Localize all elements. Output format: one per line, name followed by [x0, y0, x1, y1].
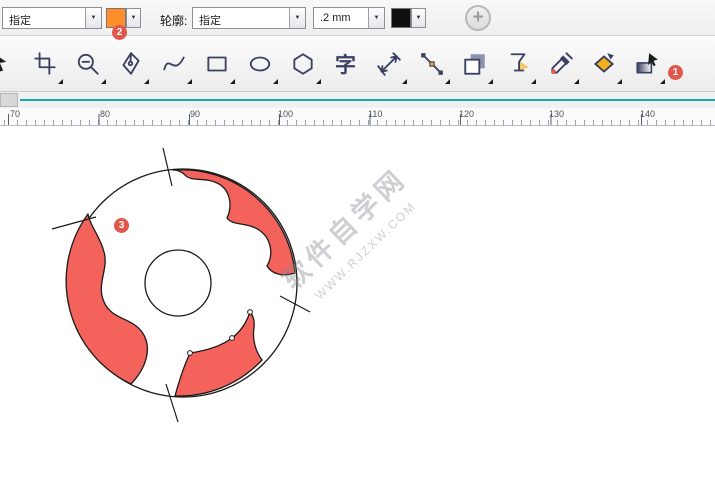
ellipse-icon: [247, 51, 273, 77]
document-strip: [0, 92, 715, 108]
ruler-tick-label: 140: [640, 109, 655, 119]
outline-width-dropdown[interactable]: .2 mm ▼: [313, 7, 385, 29]
zoom-out-icon: [75, 51, 101, 77]
toolbox: 字: [0, 36, 715, 92]
flyout-arrow-icon[interactable]: [660, 79, 665, 84]
eyedropper-icon: [548, 51, 574, 77]
flyout-arrow-icon[interactable]: [58, 79, 63, 84]
pick-icon: [0, 51, 15, 77]
coreldraw-window: 指定 ▼ ▼ 轮廓: 指定 ▼ .2 mm ▼ ▼ +: [0, 0, 715, 487]
pen-tool[interactable]: [109, 41, 152, 87]
transparency-tool[interactable]: [496, 41, 539, 87]
outline-width-value: .2 mm: [314, 8, 368, 28]
flyout-arrow-icon[interactable]: [617, 79, 622, 84]
flyout-arrow-icon[interactable]: [402, 79, 407, 84]
text-tool-icon: 字: [335, 49, 356, 79]
tool-list: 字: [0, 41, 668, 87]
outline-label: 轮廓:: [160, 12, 187, 29]
chevron-down-icon[interactable]: ▼: [289, 8, 305, 28]
flyout-arrow-icon[interactable]: [316, 79, 321, 84]
pen-nib-icon: [118, 51, 144, 77]
drawing-canvas[interactable]: [0, 126, 715, 487]
ruler-tick-label: 120: [459, 109, 474, 119]
ruler-tick-label: 80: [100, 109, 110, 119]
crop-tool[interactable]: [23, 41, 66, 87]
interactive-fill-tool[interactable]: [625, 41, 668, 87]
chevron-down-icon[interactable]: ▼: [368, 8, 384, 28]
node-handle[interactable]: [248, 310, 253, 315]
callout-badge-3: 3: [114, 218, 129, 233]
flyout-arrow-icon[interactable]: [488, 79, 493, 84]
fill-style-value: 指定: [3, 8, 85, 28]
callout-badge-1: 1: [668, 65, 683, 80]
flyout-arrow-icon[interactable]: [531, 79, 536, 84]
node-handle[interactable]: [188, 351, 193, 356]
ruler-tick-label: 70: [10, 109, 20, 119]
rectangle-tool[interactable]: [195, 41, 238, 87]
ruler-tick-label: 110: [368, 109, 382, 119]
smart-fill-icon: [591, 51, 617, 77]
node-handle[interactable]: [230, 336, 235, 341]
curve-icon: [161, 51, 187, 77]
freehand-curve-tool[interactable]: [152, 41, 195, 87]
color-eyedropper-tool[interactable]: [539, 41, 582, 87]
drop-shadow-tool[interactable]: [453, 41, 496, 87]
teal-guideline: [20, 99, 715, 101]
callout-badge-2: 2: [112, 25, 127, 40]
plus-icon[interactable]: +: [465, 5, 491, 31]
zoom-tool[interactable]: [66, 41, 109, 87]
flyout-arrow-icon[interactable]: [187, 79, 192, 84]
ruler-tick-label: 130: [549, 109, 564, 119]
flyout-arrow-icon[interactable]: [574, 79, 579, 84]
smart-fill-tool[interactable]: [582, 41, 625, 87]
dimension-tool[interactable]: [367, 41, 410, 87]
ruler-origin-tab[interactable]: [0, 93, 18, 107]
connector-tool[interactable]: [410, 41, 453, 87]
ellipse-tool[interactable]: [238, 41, 281, 87]
crop-icon: [32, 51, 58, 77]
interactive-fill-icon: [634, 51, 660, 77]
chevron-down-icon[interactable]: ▼: [85, 8, 101, 28]
dimension-icon: [376, 51, 402, 77]
inner-circle-shape[interactable]: [145, 250, 211, 316]
outline-color-swatch[interactable]: [391, 8, 411, 28]
fill-color-dropdown-arrow[interactable]: ▼: [126, 8, 141, 28]
horizontal-ruler[interactable]: 70 80 90 100 110 120 130 140: [0, 108, 715, 126]
drop-shadow-icon: [462, 51, 488, 77]
text-tool[interactable]: 字: [324, 41, 367, 87]
flyout-arrow-icon[interactable]: [230, 79, 235, 84]
polygon-icon: [290, 51, 316, 77]
connector-icon: [419, 51, 445, 77]
outline-color-dropdown-arrow[interactable]: ▼: [411, 8, 426, 28]
outline-style-dropdown[interactable]: 指定 ▼: [192, 7, 306, 29]
polygon-tool[interactable]: [281, 41, 324, 87]
rectangle-icon: [204, 51, 230, 77]
ruler-tick-label: 90: [190, 109, 200, 119]
ruler-tick-label: 100: [278, 109, 293, 119]
flyout-arrow-icon[interactable]: [273, 79, 278, 84]
flyout-arrow-icon[interactable]: [101, 79, 106, 84]
fill-style-dropdown[interactable]: 指定 ▼: [2, 7, 102, 29]
transparency-icon: [505, 51, 531, 77]
outline-style-value: 指定: [193, 8, 289, 28]
pick-tool[interactable]: [0, 41, 23, 87]
flyout-arrow-icon[interactable]: [144, 79, 149, 84]
flyout-arrow-icon[interactable]: [445, 79, 450, 84]
property-bar: 指定 ▼ ▼ 轮廓: 指定 ▼ .2 mm ▼ ▼ +: [0, 0, 715, 36]
